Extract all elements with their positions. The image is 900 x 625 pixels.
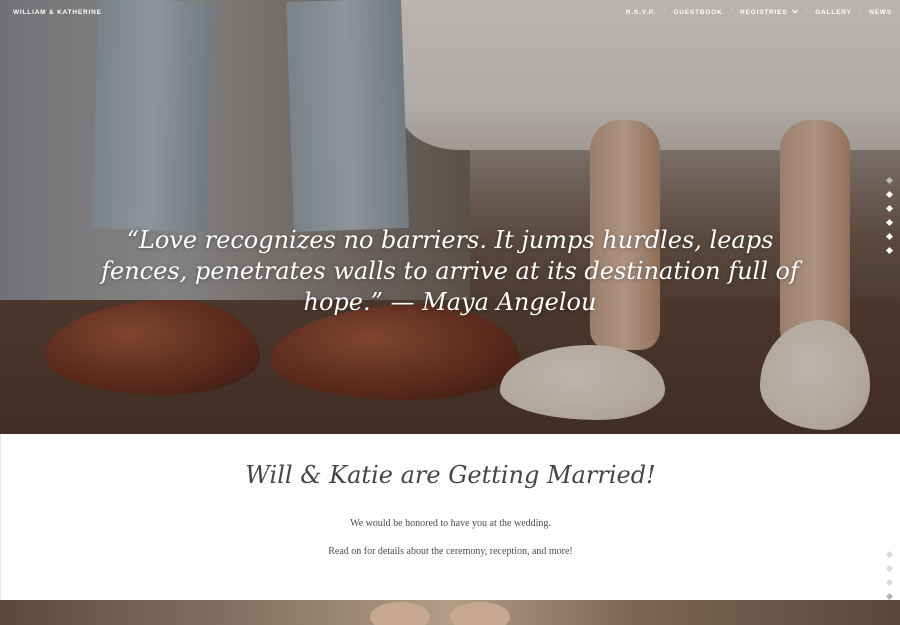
- nav-item-registries[interactable]: REGISTRIES: [740, 8, 798, 16]
- top-navigation: WILLIAM & KATHERINE R.S.V.P. / GUESTBOOK…: [0, 0, 900, 24]
- site-brand-link[interactable]: WILLIAM & KATHERINE: [13, 9, 102, 16]
- chevron-down-icon: [791, 9, 798, 16]
- diamond-dot-icon[interactable]: [885, 218, 893, 227]
- hero-overlay: [0, 0, 900, 434]
- diamond-dot-icon[interactable]: [885, 232, 893, 241]
- intro-line-1: We would be honored to have you at the w…: [350, 518, 551, 529]
- intro-line-2: Read on for details about the ceremony, …: [328, 546, 573, 557]
- hero-quote: “Love recognizes no barriers. It jumps h…: [101, 226, 799, 316]
- diamond-dot-icon[interactable]: [885, 564, 893, 573]
- nav-separator: /: [663, 9, 666, 15]
- diamond-dot-icon[interactable]: [885, 246, 893, 255]
- intro-section: Will & Katie are Getting Married! We wou…: [0, 434, 900, 600]
- diamond-dot-icon[interactable]: [885, 550, 893, 559]
- nav-item-gallery[interactable]: GALLERY: [815, 9, 851, 16]
- nav-item-guestbook[interactable]: GUESTBOOK: [673, 9, 722, 16]
- hands-image-right: [450, 602, 510, 625]
- nav-menu: R.S.V.P. / GUESTBOOK / REGISTRIES / GALL…: [626, 9, 892, 16]
- diamond-dot-icon[interactable]: [885, 578, 893, 587]
- nav-separator: /: [859, 9, 862, 15]
- hands-image-left: [370, 602, 430, 625]
- diamond-dot-icon[interactable]: [885, 190, 893, 199]
- diamond-dot-icon[interactable]: [885, 204, 893, 213]
- nav-separator: /: [730, 9, 733, 15]
- nav-item-news[interactable]: NEWS: [869, 9, 892, 16]
- hero-section: “Love recognizes no barriers. It jumps h…: [0, 0, 900, 434]
- intro-heading: Will & Katie are Getting Married!: [245, 461, 656, 489]
- nav-separator: /: [805, 9, 808, 15]
- diamond-dot-icon[interactable]: [885, 592, 893, 601]
- nav-item-registries-label: REGISTRIES: [740, 8, 788, 16]
- nav-item-rsvp[interactable]: R.S.V.P.: [626, 9, 656, 16]
- next-section-image: [0, 600, 900, 625]
- section-nav-dots: [885, 176, 893, 262]
- diamond-dot-icon[interactable]: [885, 176, 893, 185]
